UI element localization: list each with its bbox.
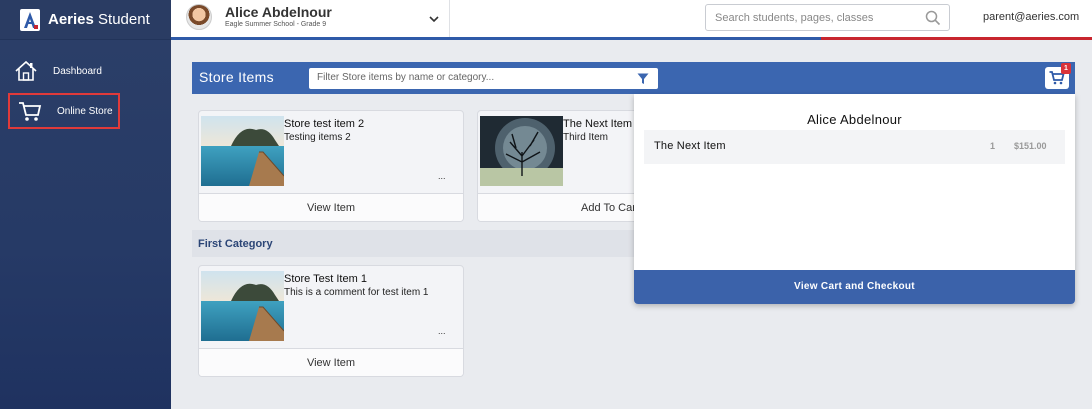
item-description: This is a comment for test item 1 xyxy=(284,287,429,298)
brand-name: Aeries Student xyxy=(48,11,150,28)
search-input[interactable]: Search students, pages, classes xyxy=(705,4,950,31)
cart-icon xyxy=(18,100,42,122)
item-title: Store test item 2 xyxy=(284,118,365,130)
cart-button[interactable]: 1 xyxy=(1045,63,1071,89)
cart-count-badge: 1 xyxy=(1061,63,1071,74)
view-item-button[interactable]: View Item xyxy=(199,193,463,221)
filter-placeholder: Filter Store items by name or category..… xyxy=(317,72,495,83)
view-item-button[interactable]: View Item xyxy=(199,348,463,376)
search-placeholder: Search students, pages, classes xyxy=(715,12,874,24)
item-description: Third Item xyxy=(563,132,609,143)
cart-item-name: The Next Item xyxy=(654,140,726,152)
home-icon xyxy=(14,60,38,82)
sidebar-item-dashboard[interactable]: Dashboard xyxy=(14,60,102,82)
brand[interactable]: Aeries Student xyxy=(0,0,171,40)
student-name: Alice Abdelnour xyxy=(225,4,332,20)
item-image xyxy=(480,116,563,186)
filter-icon[interactable] xyxy=(637,72,649,84)
sidebar-item-online-store[interactable]: Online Store xyxy=(8,93,120,129)
category-header: First Category xyxy=(192,230,642,257)
cart-popup: Alice Abdelnour The Next Item 1 $151.00 … xyxy=(634,94,1075,304)
item-more: ... xyxy=(438,326,446,336)
store-item-card: Store test item 2 Testing items 2 ... Vi… xyxy=(198,110,464,222)
item-image xyxy=(201,271,284,341)
cart-item-quantity: 1 xyxy=(990,141,996,151)
store-header: Store Items Filter Store items by name o… xyxy=(192,62,1075,94)
filter-input[interactable]: Filter Store items by name or category..… xyxy=(309,68,658,89)
chevron-down-icon[interactable] xyxy=(428,12,440,24)
store-item-card: Store Test Item 1 This is a comment for … xyxy=(198,265,464,377)
cart-line-item[interactable]: The Next Item 1 $151.00 xyxy=(644,130,1065,164)
search-icon[interactable] xyxy=(925,10,941,26)
header-accent-line-red xyxy=(821,37,1092,40)
cart-student-name: Alice Abdelnour xyxy=(807,112,902,127)
item-title: The Next Item xyxy=(563,118,633,130)
item-title: Store Test Item 1 xyxy=(284,273,367,285)
avatar xyxy=(186,4,212,30)
cart-item-price: $151.00 xyxy=(1014,141,1047,151)
item-image xyxy=(201,116,284,186)
item-more: ... xyxy=(438,171,446,181)
view-cart-checkout-button[interactable]: View Cart and Checkout xyxy=(634,270,1075,304)
category-title: First Category xyxy=(198,238,273,250)
page-title: Store Items xyxy=(199,69,274,85)
user-account-menu[interactable]: parent@aeries.com xyxy=(983,11,1079,23)
sidebar: Aeries Student Dashboard Online Store xyxy=(0,0,171,409)
sidebar-item-label: Online Store xyxy=(57,105,113,117)
sidebar-item-label: Dashboard xyxy=(53,65,102,77)
item-description: Testing items 2 xyxy=(284,132,351,143)
student-school-grade: Eagle Summer School - Grade 9 xyxy=(225,21,327,28)
top-bar: Alice Abdelnour Eagle Summer School - Gr… xyxy=(171,0,1092,38)
aeries-logo-icon xyxy=(20,8,40,31)
student-selector[interactable]: Alice Abdelnour Eagle Summer School - Gr… xyxy=(171,0,450,38)
header-accent-line xyxy=(171,37,821,40)
